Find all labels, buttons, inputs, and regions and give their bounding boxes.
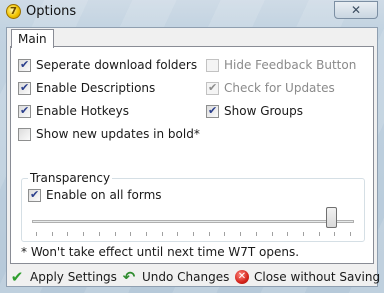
checkbox-box	[206, 58, 219, 72]
close-circle-icon: ✕	[235, 270, 249, 284]
slider-tick	[303, 232, 304, 236]
checkbox-box	[206, 81, 219, 95]
slider-tick	[287, 232, 288, 236]
apply-settings-button[interactable]: ✔ Apply Settings	[9, 268, 117, 286]
options-window: 7 Options ✕ Main Seperate download folde…	[0, 0, 384, 293]
undo-changes-button[interactable]: ↶ Undo Changes	[121, 268, 230, 286]
checkbox-box[interactable]	[28, 188, 41, 202]
slider-tick	[67, 232, 68, 236]
slider-tick	[256, 232, 257, 236]
checkbox-label: Enable on all forms	[46, 188, 162, 202]
transparency-slider-track[interactable]	[32, 220, 354, 223]
slider-tick	[209, 232, 210, 236]
undo-icon: ↶	[122, 268, 136, 286]
apply-settings-label: Apply Settings	[30, 270, 117, 284]
slider-tick	[224, 232, 225, 236]
slider-tick	[272, 232, 273, 236]
checkbox-label: Show new updates in bold*	[36, 127, 200, 141]
checkbox-box[interactable]	[206, 104, 219, 118]
slider-tick	[52, 232, 53, 236]
slider-tick	[146, 232, 147, 236]
transparency-slider-thumb[interactable]	[326, 207, 337, 228]
separate-download-folders-checkbox[interactable]: Seperate download folders	[18, 57, 197, 73]
close-icon: ✕	[350, 3, 362, 17]
checkbox-label: Show Groups	[224, 104, 303, 118]
transparency-group-title: Transparency	[28, 170, 113, 186]
slider-tick	[115, 232, 116, 236]
slider-tick	[193, 232, 194, 236]
transparency-group: Transparency Enable on all forms	[21, 170, 365, 242]
tab-main[interactable]: Main	[11, 29, 54, 48]
slider-tick	[334, 232, 335, 236]
checkbox-box[interactable]	[18, 104, 31, 118]
app-icon: 7	[6, 4, 21, 19]
checkbox-box[interactable]	[18, 81, 31, 95]
show-new-updates-bold-checkbox[interactable]: Show new updates in bold*	[18, 126, 200, 142]
slider-tick	[83, 232, 84, 236]
enable-hotkeys-checkbox[interactable]: Enable Hotkeys	[18, 103, 129, 119]
checkbox-label: Hide Feedback Button	[224, 58, 357, 72]
slider-tick	[319, 232, 320, 236]
checkbox-box[interactable]	[18, 58, 31, 72]
restart-note: * Won't take effect until next time W7T …	[21, 245, 300, 259]
slider-tick	[36, 232, 37, 236]
footer-bar: ✔ Apply Settings ↶ Undo Changes ✕ Close …	[7, 266, 380, 286]
close-window-button[interactable]: ✕	[334, 1, 378, 19]
transparency-slider-ticks	[36, 232, 351, 236]
window-title: Options	[26, 4, 77, 19]
main-tab-panel: Seperate download folders Enable Descrip…	[10, 46, 374, 264]
close-without-saving-button[interactable]: ✕ Close without Saving	[235, 268, 380, 286]
check-for-updates-checkbox: Check for Updates	[206, 80, 335, 96]
checkbox-label: Check for Updates	[224, 81, 335, 95]
slider-tick	[240, 232, 241, 236]
enable-on-all-forms-checkbox[interactable]: Enable on all forms	[28, 187, 162, 203]
enable-descriptions-checkbox[interactable]: Enable Descriptions	[18, 80, 155, 96]
checkbox-label: Enable Descriptions	[36, 81, 156, 95]
close-without-saving-label: Close without Saving	[254, 270, 381, 284]
client-area: Main Seperate download folders Enable De…	[6, 27, 380, 287]
checkbox-box[interactable]	[18, 127, 31, 141]
slider-tick	[162, 232, 163, 236]
checkbox-label: Seperate download folders	[36, 58, 198, 72]
slider-tick	[99, 232, 100, 236]
slider-tick	[350, 232, 351, 236]
undo-changes-label: Undo Changes	[142, 270, 230, 284]
title-bar[interactable]: 7 Options ✕	[0, 0, 384, 24]
checkbox-label: Enable Hotkeys	[36, 104, 130, 118]
slider-tick	[130, 232, 131, 236]
hide-feedback-button-checkbox: Hide Feedback Button	[206, 57, 356, 73]
show-groups-checkbox[interactable]: Show Groups	[206, 103, 303, 119]
slider-tick	[177, 232, 178, 236]
check-icon: ✔	[10, 268, 24, 286]
